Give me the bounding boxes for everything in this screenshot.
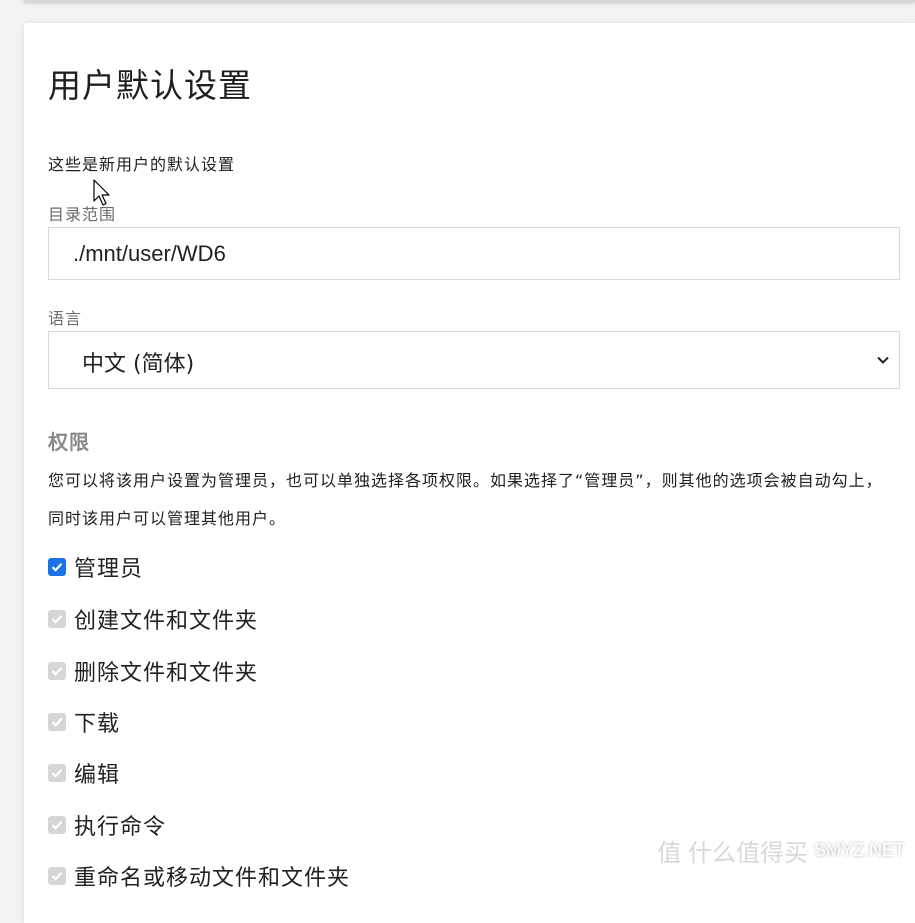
language-select-value: 中文 (简体) [82,346,194,378]
permission-create: 创建文件和文件夹 [48,604,258,634]
permission-label: 创建文件和文件夹 [74,603,258,635]
rename-checkbox [48,867,66,885]
permission-label: 管理员 [74,551,143,583]
language-select[interactable]: 中文 (简体) [48,331,900,389]
admin-checkbox[interactable] [48,558,66,576]
permission-edit: 编辑 [48,758,120,788]
permission-label: 执行命令 [74,809,166,841]
settings-card: 用户默认设置 这些是新用户的默认设置 目录范围 语言 中文 (简体) 权限 您可… [24,23,915,923]
top-bar [24,0,915,2]
execute-checkbox [48,816,66,834]
delete-checkbox [48,662,66,680]
page-title: 用户默认设置 [48,59,252,107]
check-icon [50,612,64,626]
watermark: 值 什么值得买 SMYZ.NET [657,833,905,868]
scope-input[interactable] [48,227,900,280]
permission-delete: 删除文件和文件夹 [48,656,258,686]
permissions-description: 您可以将该用户设置为管理员，也可以单独选择各项权限。如果选择了“管理员”，则其他… [48,462,898,538]
download-checkbox [48,713,66,731]
permission-download: 下载 [48,707,120,737]
check-icon [50,766,64,780]
permission-rename: 重命名或移动文件和文件夹 [48,861,350,891]
check-icon [50,715,64,729]
watermark-ghost: 值 什么值得买 [657,833,808,868]
create-checkbox [48,610,66,628]
permissions-title: 权限 [48,426,90,455]
edit-checkbox [48,764,66,782]
mouse-cursor-icon [93,179,113,209]
permission-label: 重命名或移动文件和文件夹 [74,860,350,892]
language-label: 语言 [48,305,82,329]
check-icon [50,869,64,883]
permission-label: 删除文件和文件夹 [74,655,258,687]
permission-admin[interactable]: 管理员 [48,552,143,582]
check-icon [50,560,64,574]
page-description: 这些是新用户的默认设置 [48,151,235,175]
permission-label: 编辑 [74,757,120,789]
check-icon [50,818,64,832]
permission-label: 下载 [74,706,120,738]
chevron-down-icon [875,352,891,368]
permission-execute: 执行命令 [48,810,166,840]
check-icon [50,664,64,678]
watermark-text: SMYZ.NET [814,840,905,861]
